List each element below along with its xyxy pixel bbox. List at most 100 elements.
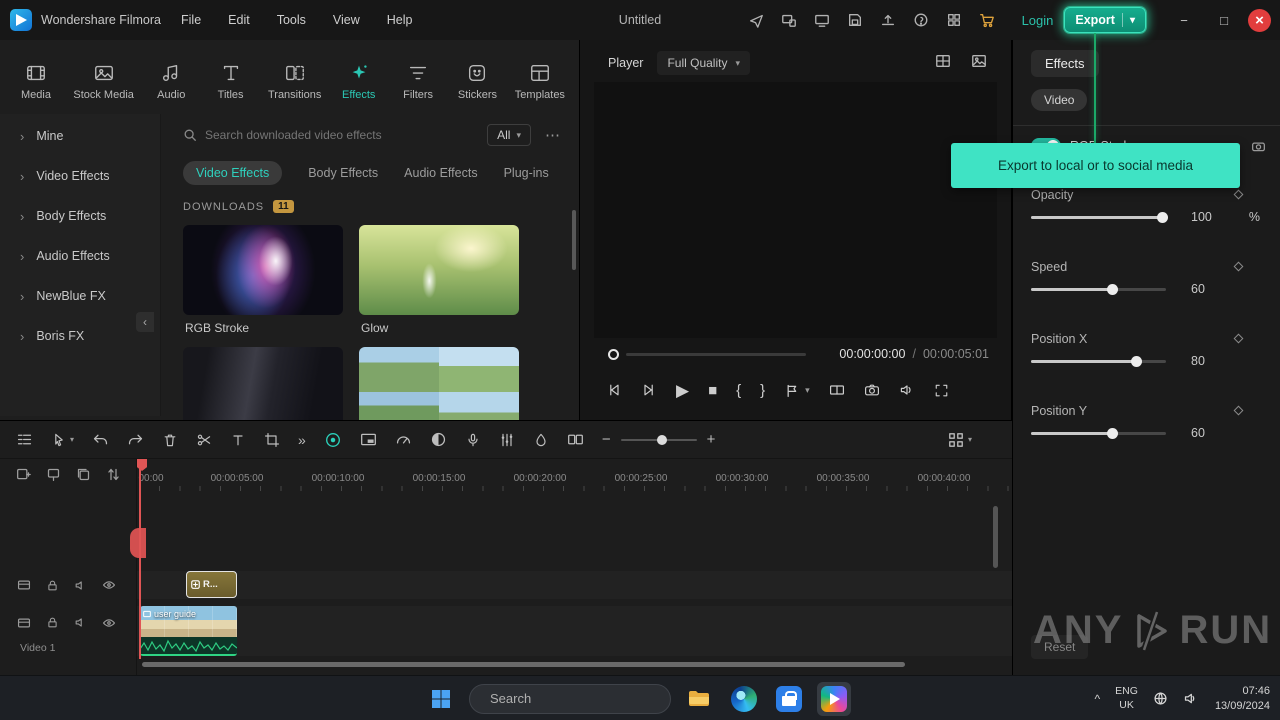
speed-slider[interactable] — [1031, 284, 1166, 295]
mask-icon[interactable] — [430, 431, 447, 448]
filter-dropdown[interactable]: All ▾ — [487, 124, 531, 146]
undo-icon[interactable] — [92, 431, 109, 448]
network-icon[interactable] — [1153, 691, 1168, 706]
tab-effects[interactable]: Effects — [337, 62, 381, 101]
effect-thumbnail[interactable] — [183, 347, 343, 420]
time-ruler[interactable]: 00:00 00:00:05:00 00:00:10:00 00:00:15:0… — [137, 459, 1012, 493]
next-frame-icon[interactable] — [641, 382, 657, 398]
apps-grid-icon[interactable] — [946, 12, 962, 28]
cart-icon[interactable] — [979, 12, 995, 28]
tab-body-effects[interactable]: Body Effects — [308, 166, 378, 180]
upload-icon[interactable] — [880, 12, 896, 28]
slider-handle[interactable] — [1156, 212, 1168, 223]
maximize-button[interactable]: □ — [1204, 0, 1244, 40]
microsoft-store-button[interactable] — [772, 682, 806, 716]
video-clip-user-guide[interactable]: user guide — [140, 606, 237, 656]
screen-icon[interactable] — [814, 12, 830, 28]
keyframe-icon[interactable] — [1233, 261, 1244, 272]
more-tools-icon[interactable]: » — [298, 432, 306, 448]
login-button[interactable]: Login — [1022, 13, 1054, 28]
grid-view-icon[interactable] — [948, 432, 964, 448]
previous-frame-icon[interactable] — [606, 382, 622, 398]
tab-stock-media[interactable]: Stock Media — [73, 62, 134, 101]
slider-handle[interactable] — [1131, 356, 1143, 367]
track-type-icon[interactable] — [17, 616, 31, 630]
redo-icon[interactable] — [127, 431, 144, 448]
tab-transitions[interactable]: Transitions — [268, 62, 321, 101]
split-view-icon[interactable] — [935, 53, 951, 69]
tab-templates[interactable]: Templates — [515, 62, 565, 101]
quality-dropdown[interactable]: Full Quality ▾ — [657, 51, 750, 75]
lock-icon[interactable] — [46, 616, 59, 629]
play-icon[interactable]: ▶ — [676, 382, 689, 399]
mark-out-icon[interactable]: } — [760, 383, 765, 398]
marker-track-icon[interactable] — [46, 467, 61, 482]
sidebar-item-newblue-fx[interactable]: › NewBlue FX — [0, 276, 160, 316]
clock[interactable]: 07:46 13/09/2024 — [1215, 684, 1270, 714]
keyframe-icon[interactable] — [1233, 333, 1244, 344]
effect-thumbnail-rgb-stroke[interactable] — [183, 225, 343, 315]
effect-thumbnail-glow[interactable] — [359, 225, 519, 315]
mark-in-icon[interactable]: { — [736, 383, 741, 398]
tab-plug-ins[interactable]: Plug-ins — [504, 166, 549, 180]
tab-media[interactable]: Media — [14, 62, 58, 101]
effect-action-icon[interactable] — [1251, 139, 1266, 154]
effect-thumbnail[interactable] — [359, 347, 519, 420]
more-options-icon[interactable]: ⋯ — [545, 126, 561, 144]
sidebar-item-mine[interactable]: › Mine — [0, 116, 160, 156]
pip-icon[interactable] — [360, 431, 377, 448]
support-icon[interactable] — [913, 12, 929, 28]
properties-chip-video[interactable]: Video — [1031, 89, 1088, 111]
start-button[interactable] — [424, 682, 458, 716]
reorder-tracks-icon[interactable] — [106, 467, 121, 482]
effects-search-input[interactable] — [205, 128, 480, 142]
hide-track-icon[interactable] — [102, 616, 116, 630]
crop-icon[interactable] — [264, 432, 280, 448]
playhead[interactable] — [137, 459, 147, 659]
audio-mixer-icon[interactable] — [499, 432, 515, 448]
minimize-button[interactable]: − — [1164, 0, 1204, 40]
split-scissors-icon[interactable] — [196, 432, 212, 448]
track-manager-icon[interactable] — [16, 431, 33, 448]
device-connect-icon[interactable] — [781, 12, 797, 28]
language-indicator[interactable]: ENG UK — [1115, 685, 1138, 711]
duplicate-icon[interactable] — [76, 467, 91, 482]
smart-tool-icon[interactable] — [324, 431, 342, 449]
slider-handle[interactable] — [1107, 428, 1118, 439]
video-preview[interactable] — [594, 82, 997, 338]
lock-icon[interactable] — [46, 579, 59, 592]
menu-view[interactable]: View — [333, 13, 360, 27]
sidebar-item-video-effects[interactable]: › Video Effects — [0, 156, 160, 196]
share-icon[interactable] — [748, 12, 764, 28]
voiceover-mic-icon[interactable] — [465, 432, 481, 448]
position-x-slider[interactable] — [1031, 356, 1166, 367]
delete-icon[interactable] — [162, 432, 178, 448]
snapshot-camera-icon[interactable] — [864, 382, 880, 398]
tab-stickers[interactable]: Stickers — [455, 62, 499, 101]
filmora-app-button[interactable] — [817, 681, 851, 716]
keyframe-icon[interactable] — [1233, 405, 1244, 416]
effect-clip-rgb-stroke[interactable]: R... — [186, 571, 237, 598]
sidebar-item-audio-effects[interactable]: › Audio Effects — [0, 236, 160, 276]
position-y-value[interactable]: 60 — [1191, 426, 1205, 440]
properties-tab-effects[interactable]: Effects — [1031, 50, 1099, 77]
zoom-in-icon[interactable]: + — [707, 431, 716, 448]
timeline-vertical-scrollbar[interactable] — [993, 506, 998, 568]
file-explorer-button[interactable] — [682, 682, 716, 716]
chevron-down-icon[interactable]: ▾ — [968, 435, 972, 444]
chroma-key-icon[interactable] — [533, 432, 549, 448]
marker-icon[interactable] — [784, 383, 799, 398]
split-compare-icon[interactable] — [567, 431, 584, 448]
position-y-slider[interactable] — [1031, 428, 1166, 439]
position-x-value[interactable]: 80 — [1191, 354, 1205, 368]
seek-track[interactable] — [626, 352, 806, 356]
fullscreen-icon[interactable] — [934, 383, 949, 398]
menu-edit[interactable]: Edit — [228, 13, 250, 27]
menu-help[interactable]: Help — [387, 13, 413, 27]
marker-chevron-icon[interactable]: ▾ — [805, 385, 810, 396]
tab-audio[interactable]: Audio — [149, 62, 193, 101]
speed-value[interactable]: 60 — [1191, 282, 1205, 296]
tab-audio-effects[interactable]: Audio Effects — [404, 166, 477, 180]
close-button[interactable]: × — [1248, 8, 1271, 32]
sidebar-collapse-button[interactable]: ‹ — [136, 312, 154, 332]
